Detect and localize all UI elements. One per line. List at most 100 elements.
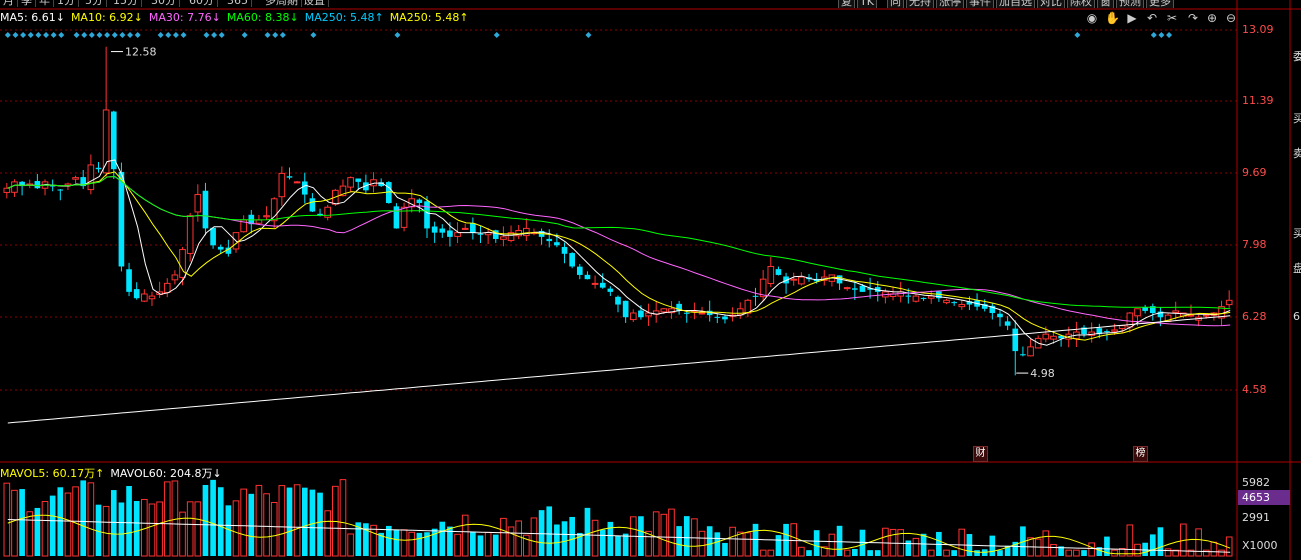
signal-diamond bbox=[104, 32, 111, 38]
volume-bar bbox=[775, 535, 782, 556]
volume-bar bbox=[882, 527, 889, 557]
volume-bar bbox=[363, 523, 369, 556]
candle-body bbox=[767, 265, 775, 285]
candle-body bbox=[470, 223, 476, 233]
volume-bar bbox=[698, 530, 706, 557]
candle-body bbox=[11, 181, 18, 193]
volume-bar bbox=[1126, 524, 1134, 557]
volume-bar bbox=[867, 550, 873, 556]
volume-bar bbox=[439, 521, 446, 556]
candle-body bbox=[3, 187, 11, 193]
signal-diamond bbox=[1158, 32, 1165, 38]
volume-bar bbox=[958, 528, 966, 557]
candle-body bbox=[461, 227, 469, 230]
signal-diamond bbox=[394, 32, 401, 38]
volume-bar bbox=[248, 493, 255, 556]
volume-bar bbox=[240, 488, 247, 557]
volume-bar bbox=[668, 508, 675, 557]
volume-tick-label: 2991 bbox=[1242, 511, 1270, 524]
candle-body bbox=[775, 269, 782, 275]
volume-bar bbox=[584, 507, 591, 556]
volume-bar bbox=[57, 487, 64, 556]
side-label: 盘 bbox=[1293, 262, 1301, 275]
signal-diamond bbox=[1166, 32, 1173, 38]
volume-bar bbox=[102, 505, 110, 557]
event-marker-finance[interactable]: 财 bbox=[973, 446, 988, 462]
candle-body bbox=[309, 198, 316, 212]
volume-bar bbox=[370, 524, 377, 557]
signal-diamond bbox=[119, 32, 126, 38]
signal-diamond bbox=[96, 32, 103, 38]
volume-bar bbox=[454, 533, 461, 557]
candle-body bbox=[95, 167, 102, 170]
candle-body bbox=[72, 177, 79, 180]
volume-bar bbox=[722, 542, 728, 556]
candle-body bbox=[1172, 310, 1180, 314]
volume-bar bbox=[385, 525, 392, 556]
candle-body bbox=[920, 297, 927, 299]
volume-bar bbox=[1050, 543, 1057, 557]
volume-bar bbox=[569, 516, 575, 556]
candle-body bbox=[569, 253, 575, 267]
signal-diamond bbox=[1150, 32, 1157, 38]
candle-body bbox=[736, 308, 744, 316]
candle-body bbox=[638, 310, 644, 318]
volume-bar bbox=[538, 510, 545, 556]
volume-bar bbox=[148, 503, 156, 557]
volume-bar bbox=[87, 482, 95, 557]
side-label: 卖 bbox=[1293, 147, 1301, 160]
volume-bar bbox=[416, 532, 423, 556]
volume-bar bbox=[676, 526, 682, 556]
volume-bar bbox=[255, 484, 263, 557]
side-label: 买 bbox=[1293, 227, 1301, 240]
candle-body bbox=[722, 316, 728, 320]
volume-bar bbox=[1164, 548, 1172, 557]
volume-bar bbox=[400, 529, 408, 557]
volume-bar bbox=[49, 495, 56, 556]
signal-diamond bbox=[203, 32, 210, 38]
volume-bar bbox=[293, 484, 301, 557]
volume-bar bbox=[767, 549, 775, 557]
candle-body bbox=[1104, 331, 1110, 333]
volume-bar bbox=[484, 531, 492, 557]
candle-body bbox=[255, 219, 263, 224]
signal-diamond bbox=[20, 32, 27, 38]
volume-bar bbox=[301, 487, 308, 556]
volume-bar bbox=[1081, 550, 1087, 556]
candle-body bbox=[1020, 354, 1026, 356]
volume-bar bbox=[798, 546, 805, 557]
volume-bar bbox=[828, 533, 836, 557]
signal-diamond bbox=[27, 32, 34, 38]
high-label: 12.58 bbox=[125, 46, 156, 59]
volume-bar bbox=[561, 521, 568, 556]
signal-diamond bbox=[157, 32, 164, 38]
candle-body bbox=[163, 282, 171, 294]
volume-bar bbox=[729, 526, 736, 557]
volume-bar bbox=[133, 500, 140, 556]
volume-bar bbox=[905, 540, 912, 556]
volume-bar bbox=[286, 487, 293, 556]
candle-body bbox=[698, 312, 706, 315]
candle-body bbox=[714, 316, 721, 318]
volume-bar bbox=[118, 502, 125, 556]
event-marker-list[interactable]: 榜 bbox=[1133, 446, 1148, 462]
candle-body bbox=[1042, 333, 1050, 340]
volume-bar bbox=[11, 489, 18, 557]
volume-bar bbox=[530, 517, 538, 557]
candle-body bbox=[301, 181, 308, 195]
signal-diamond bbox=[134, 32, 141, 38]
candle-body bbox=[210, 227, 216, 246]
candle-body bbox=[546, 238, 553, 242]
volume-bar bbox=[554, 524, 560, 556]
volume-bar bbox=[615, 535, 621, 556]
volume-bar bbox=[110, 490, 117, 556]
candle-body bbox=[126, 269, 132, 292]
volume-bar bbox=[1149, 534, 1156, 556]
volume-bar bbox=[156, 501, 163, 557]
candle-body bbox=[660, 308, 668, 313]
candle-body bbox=[622, 300, 629, 318]
volume-bar bbox=[1042, 530, 1050, 557]
candle-body bbox=[34, 181, 41, 189]
signal-diamond bbox=[111, 32, 118, 38]
volume-bar bbox=[477, 535, 484, 556]
